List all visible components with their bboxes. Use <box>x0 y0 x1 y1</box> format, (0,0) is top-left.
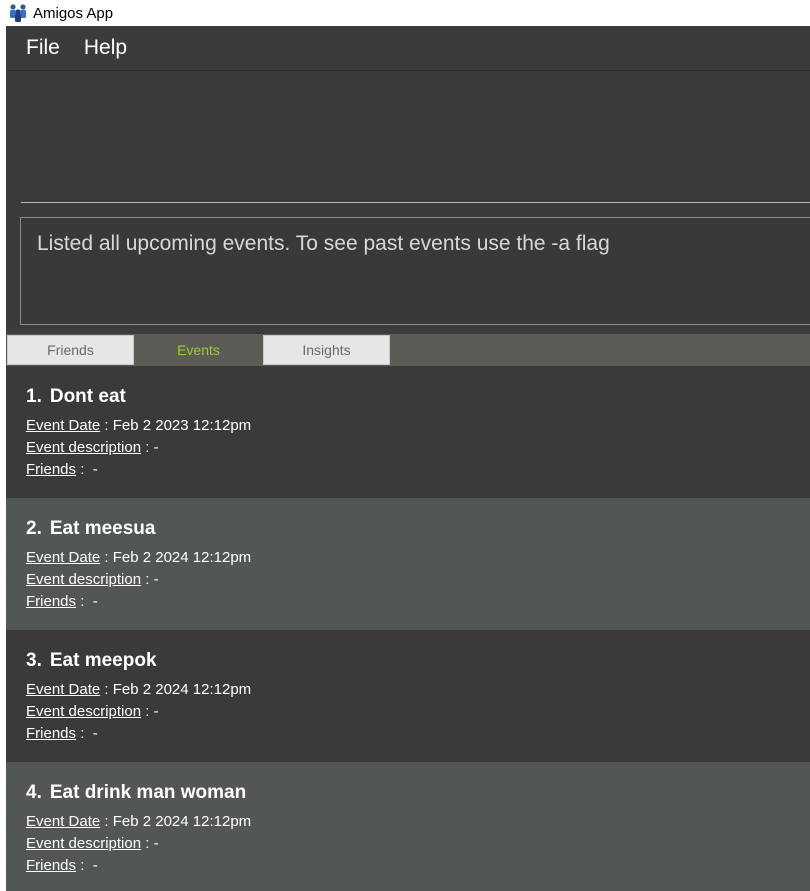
event-title: 1. Dont eat <box>26 386 126 408</box>
event-date-row: Event Date : Feb 2 2023 12:12pm <box>26 417 251 434</box>
event-date-row: Event Date : Feb 2 2024 12:12pm <box>26 813 251 830</box>
event-index: 3. <box>26 650 42 671</box>
tab-friends[interactable]: Friends <box>7 335 134 365</box>
menu-bar: File Help <box>6 26 810 71</box>
event-date-value: : Feb 2 2023 12:12pm <box>104 417 252 434</box>
event-description-row: Event description : - <box>26 703 159 720</box>
event-friends-label: Friends <box>26 857 77 874</box>
event-description-row: Event description : - <box>26 835 159 852</box>
event-description-value: : - <box>145 835 159 852</box>
app-logo-icon <box>10 4 26 22</box>
event-friends-value: : - <box>76 593 98 610</box>
event-description-value: : - <box>145 571 159 588</box>
event-friends-row: Friends : - <box>26 593 98 610</box>
event-description-label: Event description <box>26 703 142 720</box>
event-friends-label: Friends <box>26 725 77 742</box>
command-input[interactable] <box>21 71 810 203</box>
tab-bar: Friends Events Insights <box>6 334 810 366</box>
event-friends-value: : - <box>76 725 98 742</box>
tab-insights[interactable]: Insights <box>263 335 390 365</box>
window-title: Amigos App <box>33 4 114 22</box>
menu-help[interactable]: Help <box>84 36 127 60</box>
event-date-row: Event Date : Feb 2 2024 12:12pm <box>26 549 251 566</box>
event-card[interactable]: 1. Dont eat Event Date : Feb 2 2023 12:12… <box>6 366 810 498</box>
title-bar: Amigos App <box>0 0 810 26</box>
event-friends-value: : - <box>76 857 98 874</box>
event-friends-row: Friends : - <box>26 461 98 478</box>
event-description-value: : - <box>145 439 159 456</box>
event-friends-value: : - <box>76 461 98 478</box>
event-date-row: Event Date : Feb 2 2024 12:12pm <box>26 681 251 698</box>
menu-file[interactable]: File <box>26 36 60 60</box>
event-card[interactable]: 2. Eat meesua Event Date : Feb 2 2024 12:… <box>6 498 810 630</box>
event-date-value: : Feb 2 2024 12:12pm <box>104 681 252 698</box>
event-description-label: Event description <box>26 571 142 588</box>
event-date-label: Event Date <box>26 681 101 698</box>
event-friends-row: Friends : - <box>26 725 98 742</box>
event-title: 2. Eat meesua <box>26 518 155 540</box>
event-description-row: Event description : - <box>26 439 159 456</box>
event-name: Eat meepok <box>49 650 157 671</box>
event-index: 1. <box>26 386 42 407</box>
app-window: Amigos App File Help Listed all upcoming… <box>0 0 810 891</box>
event-date-label: Event Date <box>26 813 101 830</box>
main-content: File Help Listed all upcoming events. To… <box>6 26 810 891</box>
event-date-label: Event Date <box>26 549 101 566</box>
event-date-label: Event Date <box>26 417 101 434</box>
event-index: 2. <box>26 518 42 539</box>
event-description-label: Event description <box>26 439 142 456</box>
event-index: 4. <box>26 782 42 803</box>
event-friends-label: Friends <box>26 593 77 610</box>
event-title: 3. Eat meepok <box>26 650 157 672</box>
event-card[interactable]: 3. Eat meepok Event Date : Feb 2 2024 12:… <box>6 630 810 762</box>
event-description-row: Event description : - <box>26 571 159 588</box>
result-box: Listed all upcoming events. To see past … <box>20 217 810 325</box>
event-name: Eat meesua <box>49 518 156 539</box>
event-name: Dont eat <box>49 386 126 407</box>
result-display: Listed all upcoming events. To see past … <box>6 207 810 333</box>
event-friends-row: Friends : - <box>26 857 98 874</box>
event-date-value: : Feb 2 2024 12:12pm <box>104 549 252 566</box>
result-message: Listed all upcoming events. To see past … <box>37 232 610 255</box>
event-title: 4. Eat drink man woman <box>26 782 246 804</box>
event-list: 1. Dont eat Event Date : Feb 2 2023 12:12… <box>6 366 810 891</box>
event-card[interactable]: 4. Eat drink man woman Event Date : Feb 2… <box>6 762 810 891</box>
tab-events[interactable]: Events <box>135 335 262 365</box>
event-date-value: : Feb 2 2024 12:12pm <box>104 813 252 830</box>
command-box <box>6 71 810 207</box>
event-name: Eat drink man woman <box>49 782 247 803</box>
event-friends-label: Friends <box>26 461 77 478</box>
event-description-value: : - <box>145 703 159 720</box>
event-description-label: Event description <box>26 835 142 852</box>
